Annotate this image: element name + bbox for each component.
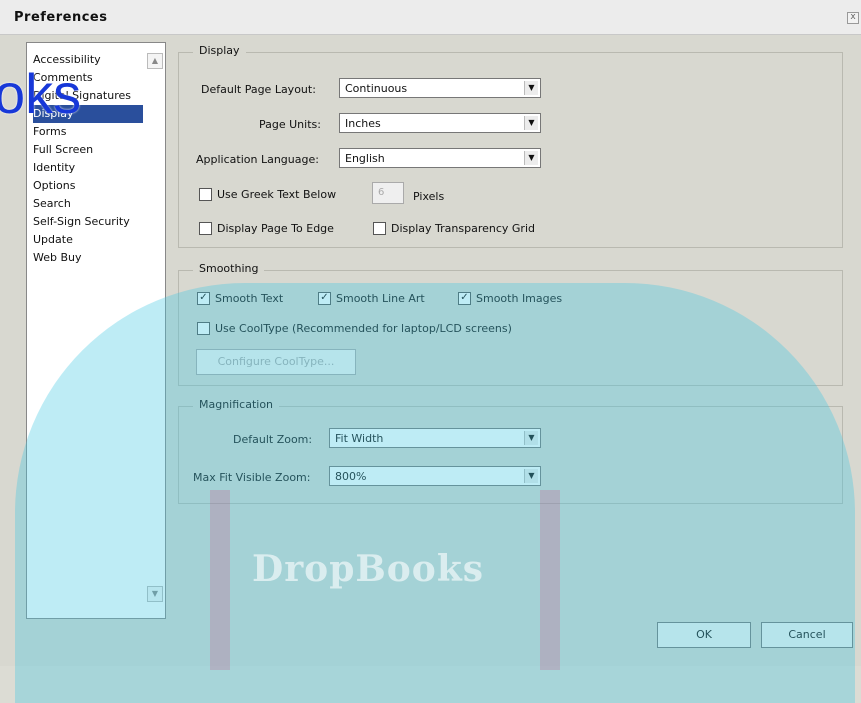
category-list[interactable]: Accessibility Comments Digital Signatures D… (26, 42, 166, 619)
cooltype-checkbox[interactable] (197, 322, 210, 335)
watermark-fragment: oks (0, 62, 82, 125)
cancel-button[interactable]: Cancel (761, 622, 853, 648)
page-layout-select[interactable]: Continuous ▼ (339, 78, 541, 98)
chevron-down-icon[interactable]: ▼ (524, 469, 538, 483)
max-fit-zoom-label: Max Fit Visible Zoom: (193, 471, 311, 484)
smoothing-group-title: Smoothing (193, 262, 265, 275)
page-layout-value: Continuous (345, 82, 408, 95)
chevron-down-icon[interactable]: ▼ (524, 81, 538, 95)
smooth-line-art-checkbox[interactable]: ✓ (318, 292, 331, 305)
scroll-up-icon[interactable]: ▲ (147, 53, 163, 69)
default-zoom-select[interactable]: Fit Width ▼ (329, 428, 541, 448)
chevron-down-icon[interactable]: ▼ (524, 431, 538, 445)
magnification-group-title: Magnification (193, 398, 280, 411)
transparency-grid-label: Display Transparency Grid (391, 222, 535, 235)
magnification-group: Magnification Default Zoom: Fit Width ▼ … (178, 398, 843, 504)
category-item[interactable]: Identity (33, 159, 165, 177)
display-group: Display Default Page Layout: Continuous … (178, 44, 843, 248)
pixels-label: Pixels (413, 190, 445, 203)
category-item[interactable]: Self-Sign Security (33, 213, 165, 231)
category-item[interactable]: Update (33, 231, 165, 249)
greek-text-checkbox[interactable] (199, 188, 212, 201)
page-to-edge-checkbox[interactable] (199, 222, 212, 235)
page-units-label: Page Units: (259, 118, 321, 131)
smooth-line-art-label: Smooth Line Art (336, 292, 425, 305)
page-units-select[interactable]: Inches ▼ (339, 113, 541, 133)
ok-button[interactable]: OK (657, 622, 751, 648)
preferences-dialog: Preferences x Accessibility Comments Digit… (0, 0, 861, 666)
smooth-text-label: Smooth Text (215, 292, 284, 305)
app-language-value: English (345, 152, 385, 165)
page-units-value: Inches (345, 117, 381, 130)
max-fit-zoom-select[interactable]: 800% ▼ (329, 466, 541, 486)
app-language-select[interactable]: English ▼ (339, 148, 541, 168)
category-item[interactable]: Full Screen (33, 141, 165, 159)
scroll-down-icon[interactable]: ▼ (147, 586, 163, 602)
smooth-text-checkbox[interactable]: ✓ (197, 292, 210, 305)
max-fit-zoom-value: 800% (335, 470, 367, 483)
page-to-edge-label: Display Page To Edge (217, 222, 334, 235)
default-zoom-value: Fit Width (335, 432, 384, 445)
display-group-title: Display (193, 44, 246, 57)
category-item[interactable]: Options (33, 177, 165, 195)
category-item[interactable]: Web Buy (33, 249, 165, 267)
chevron-down-icon[interactable]: ▼ (524, 116, 538, 130)
chevron-down-icon[interactable]: ▼ (524, 151, 538, 165)
category-item[interactable]: Forms (33, 123, 165, 141)
greek-text-label: Use Greek Text Below (217, 188, 337, 201)
close-icon[interactable]: x (847, 12, 859, 24)
page-layout-label: Default Page Layout: (201, 83, 316, 96)
smooth-images-label: Smooth Images (476, 292, 563, 305)
category-scrollbar[interactable]: ▲ ▼ (147, 45, 163, 614)
configure-cooltype-button[interactable]: Configure CoolType... (196, 349, 356, 375)
app-language-label: Application Language: (196, 153, 319, 166)
cooltype-label: Use CoolType (Recommended for laptop/LCD… (215, 322, 512, 335)
smoothing-group: Smoothing ✓ Smooth Text ✓ Smooth Line Ar… (178, 262, 843, 386)
transparency-grid-checkbox[interactable] (373, 222, 386, 235)
category-item[interactable]: Search (33, 195, 165, 213)
greek-text-input[interactable]: 6 (372, 182, 404, 204)
window-title: Preferences (14, 10, 108, 25)
title-bar: Preferences x (0, 0, 861, 35)
default-zoom-label: Default Zoom: (233, 433, 313, 446)
smooth-images-checkbox[interactable]: ✓ (458, 292, 471, 305)
